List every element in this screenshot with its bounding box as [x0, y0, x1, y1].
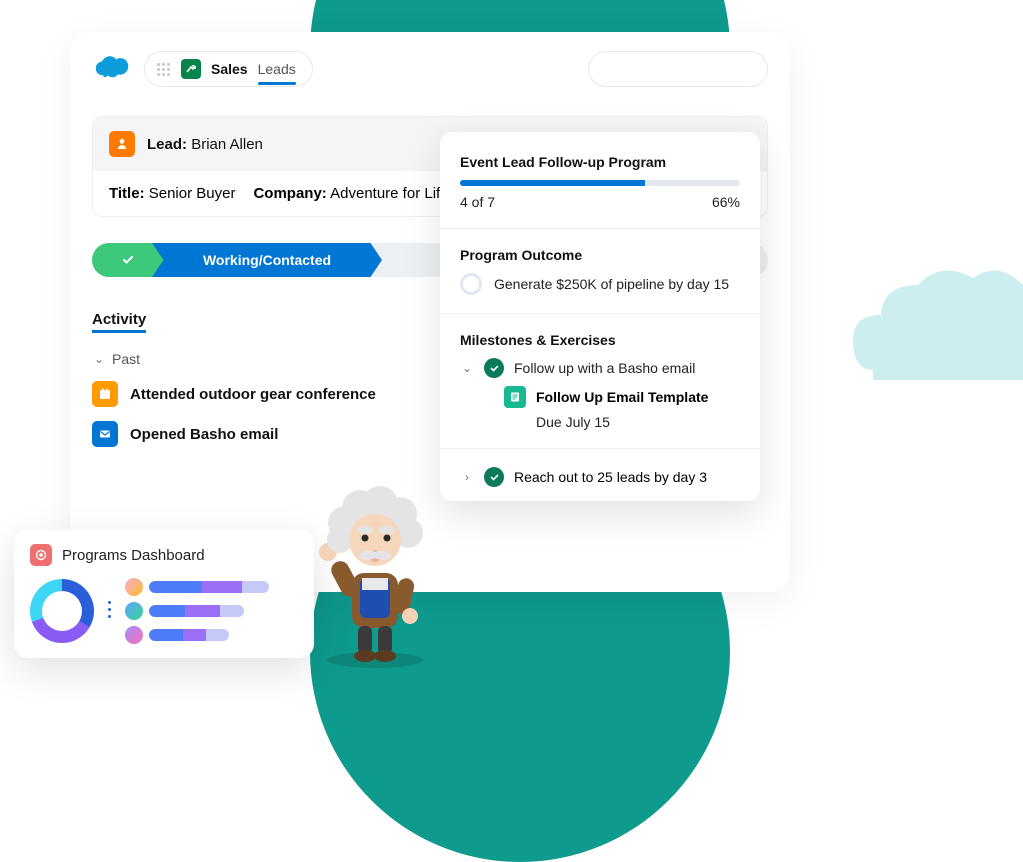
milestone-2-row[interactable]: › Reach out to 25 leads by day 3	[440, 453, 760, 501]
outcome-row: Generate $250K of pipeline by day 15	[460, 273, 740, 295]
template-label: Follow Up Email Template	[536, 389, 708, 405]
einstein-mascot-illustration	[310, 478, 440, 668]
divider	[440, 448, 760, 449]
segmented-bar	[149, 581, 269, 593]
lead-title-field: Title: Senior Buyer	[109, 185, 235, 202]
leaderboard-row-2	[125, 602, 269, 620]
lead-title-value: Senior Buyer	[149, 185, 236, 202]
milestone-template[interactable]: Follow Up Email Template	[504, 386, 740, 408]
nav-tab-pill[interactable]: Sales Leads	[144, 51, 313, 87]
outcome-text: Generate $250K of pipeline by day 15	[494, 276, 729, 292]
milestones-heading: Milestones & Exercises	[460, 332, 740, 348]
outcome-progress-ring-icon	[460, 273, 482, 295]
milestone-2-label: Reach out to 25 leads by day 3	[514, 469, 707, 485]
leaderboard-row-1	[125, 578, 269, 596]
divider	[440, 313, 760, 314]
dashboard-title: Programs Dashboard	[62, 547, 205, 564]
app-launcher-icon[interactable]	[155, 61, 171, 77]
lead-prefix: Lead:	[147, 136, 187, 153]
salesforce-logo-icon	[92, 55, 134, 83]
check-circle-icon	[484, 467, 504, 487]
lead-company-value: Adventure for Life	[330, 185, 448, 202]
donut-chart-icon	[30, 579, 94, 643]
lead-name: Brian Allen	[191, 136, 263, 153]
milestone-due: Due July 15	[536, 414, 740, 430]
activity-past-label: Past	[112, 351, 140, 367]
program-panel: Event Lead Follow-up Program 4 of 7 66% …	[440, 132, 760, 501]
divider	[440, 228, 760, 229]
topbar: Sales Leads	[92, 48, 768, 90]
progress-bar	[460, 180, 740, 186]
template-icon	[504, 386, 526, 408]
segmented-bar	[149, 605, 244, 617]
milestone-1[interactable]: ⌄ Follow up with a Basho email	[460, 358, 740, 378]
chevron-down-icon: ⌄	[460, 361, 474, 375]
outcome-heading: Program Outcome	[460, 247, 740, 263]
activity-item-label-1: Opened Basho email	[130, 426, 278, 443]
check-circle-icon	[484, 358, 504, 378]
lead-company-label: Company:	[253, 185, 326, 202]
status-current-segment[interactable]: Working/Contacted	[152, 243, 382, 277]
check-icon	[121, 253, 135, 267]
dashboard-body	[30, 578, 298, 644]
avatar	[125, 626, 143, 644]
leaderboard-row-3	[125, 626, 269, 644]
sales-app-icon	[181, 59, 201, 79]
calendar-icon	[92, 381, 118, 407]
background-cloud-right	[823, 230, 1023, 410]
chart-menu-dots-icon[interactable]	[108, 601, 111, 622]
lead-title: Lead: Brian Allen	[147, 136, 263, 153]
topbar-right-pill	[588, 51, 768, 87]
activity-item-label-0: Attended outdoor gear conference	[130, 386, 376, 403]
programs-dashboard-card: Programs Dashboard	[14, 530, 314, 658]
lead-title-label: Title:	[109, 185, 145, 202]
leaderboard-rows	[125, 578, 269, 644]
avatar	[125, 602, 143, 620]
mail-icon	[92, 421, 118, 447]
progress-count: 4 of 7	[460, 194, 495, 210]
program-outcome-section: Program Outcome Generate $250K of pipeli…	[440, 233, 760, 309]
status-complete-segment[interactable]	[92, 243, 164, 277]
chevron-right-icon: ›	[460, 470, 474, 484]
milestones-section: Milestones & Exercises ⌄ Follow up with …	[440, 318, 760, 444]
progress-text-row: 4 of 7 66%	[460, 194, 740, 210]
activity-tab[interactable]: Activity	[92, 311, 146, 333]
chevron-down-icon: ⌄	[92, 352, 106, 366]
dashboard-badge-icon	[30, 544, 52, 566]
tab-leads[interactable]: Leads	[258, 61, 296, 77]
segmented-bar	[149, 629, 229, 641]
lead-object-icon	[109, 131, 135, 157]
progress-percent: 66%	[712, 194, 740, 210]
program-title: Event Lead Follow-up Program	[460, 154, 740, 170]
progress-bar-fill	[460, 180, 645, 186]
lead-company-field: Company: Adventure for Life	[253, 185, 448, 202]
status-current-label: Working/Contacted	[203, 252, 331, 268]
milestone-1-label: Follow up with a Basho email	[514, 360, 695, 376]
avatar	[125, 578, 143, 596]
program-progress-section: Event Lead Follow-up Program 4 of 7 66%	[440, 140, 760, 224]
dashboard-title-row: Programs Dashboard	[30, 544, 298, 566]
tab-sales[interactable]: Sales	[211, 61, 248, 77]
